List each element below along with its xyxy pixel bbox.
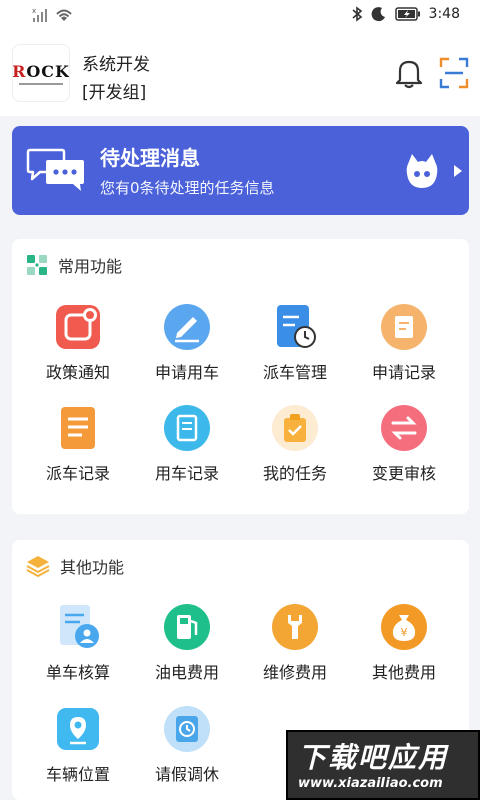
change-review-item[interactable]: 变更审核	[349, 404, 459, 484]
location-item[interactable]: 车辆位置	[23, 705, 133, 785]
dispatch-manage-label: 派车管理	[262, 363, 327, 382]
change-review-icon	[381, 405, 427, 451]
accounting-icon	[60, 605, 99, 648]
my-task-label: 我的任务	[262, 464, 327, 483]
my-task-icon	[272, 405, 318, 451]
scan-icon[interactable]	[438, 56, 470, 90]
common-functions-header: 常用功能	[26, 253, 122, 277]
user-group: [开发组]	[82, 83, 147, 103]
other-functions-title: 其他功能	[60, 558, 125, 577]
policy-notice-icon	[56, 305, 100, 349]
avatar-logo: ROCK	[12, 61, 70, 81]
wifi-icon	[56, 9, 72, 21]
status-bar: x 3:48	[0, 0, 480, 32]
location-label: 车辆位置	[45, 765, 110, 784]
accounting-item[interactable]: 单车核算	[23, 603, 133, 683]
dispatch-record-item[interactable]: 派车记录	[23, 404, 133, 484]
bluetooth-icon	[352, 6, 362, 22]
watermark-title: 下载吧应用	[298, 741, 449, 774]
apply-car-icon	[164, 304, 210, 350]
car-record-label: 用车记录	[154, 464, 219, 483]
location-icon	[57, 708, 99, 750]
no-sim-icon: x	[32, 7, 47, 22]
apply-record-item[interactable]: 申请记录	[349, 303, 459, 383]
repair-cost-icon	[272, 604, 318, 650]
avatar[interactable]: ROCK	[12, 44, 70, 102]
accounting-label: 单车核算	[45, 663, 110, 682]
leave-item[interactable]: 请假调休	[132, 705, 242, 785]
leave-label: 请假调休	[154, 765, 219, 784]
car-record-item[interactable]: 用车记录	[132, 404, 242, 484]
header: ROCK 系统开发 [开发组]	[0, 32, 480, 116]
grid-apps-icon	[27, 255, 47, 275]
svg-text:x: x	[32, 7, 36, 15]
other-cost-label: 其他费用	[371, 663, 436, 682]
layers-icon	[26, 556, 50, 577]
repair-cost-item[interactable]: 维修费用	[240, 603, 350, 683]
car-record-icon	[164, 405, 210, 451]
apply-car-label: 申请用车	[154, 363, 219, 382]
apply-car-item[interactable]: 申请用车	[132, 303, 242, 383]
common-functions-card: 常用功能 政策通知 申请用车 派车管理 申请记录 派车记录 用车记录 我的任务 …	[12, 239, 469, 514]
other-cost-item[interactable]: ¥ 其他费用	[349, 603, 459, 683]
change-review-label: 变更审核	[371, 464, 436, 483]
policy-notice-item[interactable]: 政策通知	[23, 303, 133, 383]
chat-bubbles-icon	[26, 148, 84, 191]
svg-text:¥: ¥	[401, 626, 408, 639]
other-cost-icon: ¥	[381, 604, 427, 650]
policy-notice-label: 政策通知	[45, 363, 110, 382]
bell-icon[interactable]	[392, 56, 426, 90]
dispatch-manage-icon	[277, 305, 316, 348]
pending-messages-banner[interactable]: 待处理消息 您有0条待处理的任务信息	[12, 126, 469, 215]
robot-arrow-icon[interactable]	[402, 150, 464, 192]
common-functions-title: 常用功能	[58, 257, 123, 276]
watermark: 下载吧应用 www.xiazaiIiao.com	[286, 730, 480, 800]
repair-cost-label: 维修费用	[262, 663, 327, 682]
clock: 3:48	[428, 6, 460, 22]
other-functions-header: 其他功能	[26, 554, 124, 578]
fuel-cost-item[interactable]: 油电费用	[132, 603, 242, 683]
fuel-cost-icon	[164, 604, 210, 650]
banner-title: 待处理消息	[100, 146, 200, 170]
leave-icon	[164, 706, 210, 752]
dispatch-manage-item[interactable]: 派车管理	[240, 303, 350, 383]
dispatch-record-icon	[61, 407, 95, 449]
watermark-url: www.xiazaiIiao.com	[298, 776, 443, 791]
apply-record-icon	[381, 304, 427, 350]
moon-icon	[371, 7, 385, 22]
dispatch-record-label: 派车记录	[45, 464, 110, 483]
banner-subtitle: 您有0条待处理的任务信息	[100, 179, 275, 197]
user-name: 系统开发	[82, 55, 150, 75]
battery-icon	[394, 7, 420, 21]
my-task-item[interactable]: 我的任务	[240, 404, 350, 484]
apply-record-label: 申请记录	[371, 363, 436, 382]
fuel-cost-label: 油电费用	[154, 663, 219, 682]
